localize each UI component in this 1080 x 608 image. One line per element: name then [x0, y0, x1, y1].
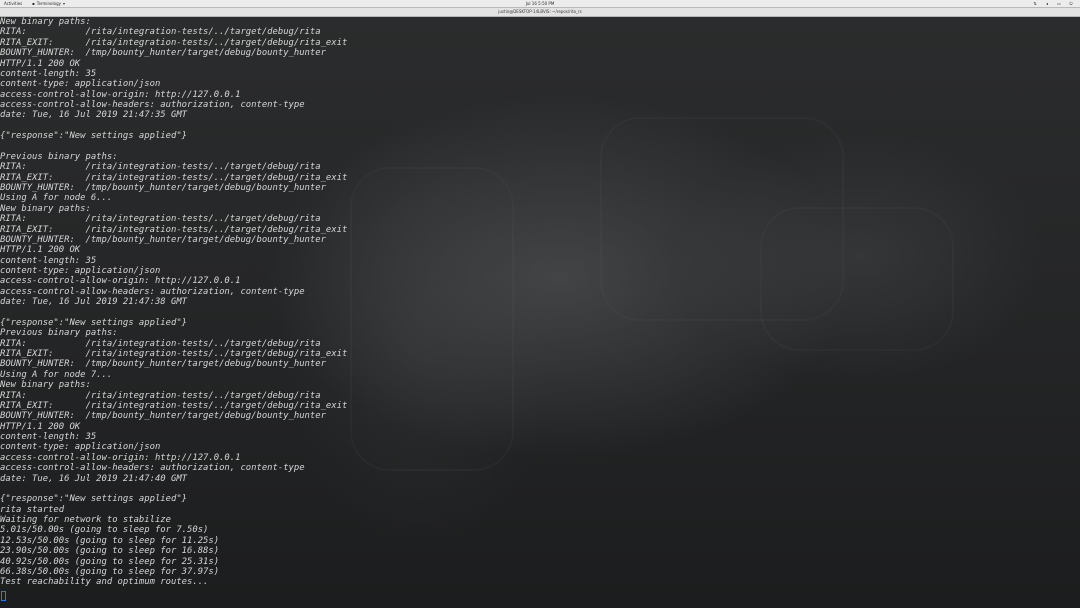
terminal-line: access-control-allow-headers: authorizat… — [0, 286, 305, 297]
terminal-line: BOUNTY_HUNTER: /tmp/bounty_hunter/target… — [0, 411, 326, 422]
activities-button[interactable]: Activities — [4, 0, 22, 7]
terminal-line: access-control-allow-headers: authorizat… — [0, 463, 305, 474]
terminal-line: content-length: 35 — [0, 432, 97, 442]
terminal-line: {"response":"New settings applied"} — [0, 131, 188, 142]
wallpaper-shape — [350, 167, 514, 471]
terminal-line: New binary paths: — [0, 203, 91, 214]
terminal-line: 5.01s/50.00s (going to sleep for 7.50s) — [0, 525, 209, 536]
terminal-line: RITA: /rita/integration-tests/../target/… — [0, 214, 321, 225]
terminal-line: 12.53s/50.00s (going to sleep for 11.25s… — [0, 535, 220, 546]
terminal-line: RITA_EXIT: /rita/integration-tests/../ta… — [0, 224, 348, 235]
terminal-line: RITA: /rita/integration-tests/../target/… — [0, 162, 321, 173]
terminal-cursor — [1, 591, 6, 601]
desktop-screen: Activities ▪ Terminology ▾ Jul 16 5:50 P… — [0, 0, 1080, 608]
terminal-line: 23.90s/50.00s (going to sleep for 16.88s… — [0, 546, 220, 557]
terminal-line: HTTP/1.1 200 OK — [0, 421, 81, 432]
terminal-line: RITA: /rita/integration-tests/../target/… — [0, 390, 321, 401]
terminal-app-icon: ▪ — [32, 1, 35, 6]
terminal-line: HTTP/1.1 200 OK — [0, 245, 81, 256]
terminal-line: Waiting for network to stabilize — [0, 515, 171, 525]
terminal-line: RITA_EXIT: /rita/integration-tests/../ta… — [0, 349, 348, 359]
terminal-line: BOUNTY_HUNTER: /tmp/bounty_hunter/target… — [0, 48, 326, 59]
terminal-line: access-control-allow-origin: http://127.… — [0, 276, 241, 287]
app-menu[interactable]: ▪ Terminology ▾ — [32, 0, 65, 7]
terminal-line: HTTP/1.1 200 OK — [0, 58, 81, 69]
top-panel: Activities ▪ Terminology ▾ Jul 16 5:50 P… — [0, 0, 1080, 8]
terminal-line: content-type: application/json — [0, 442, 161, 453]
terminal-line: RITA_EXIT: /rita/integration-tests/../ta… — [0, 400, 348, 411]
app-menu-label: Terminology — [36, 1, 61, 6]
terminal-line: Previous binary paths: — [0, 151, 118, 162]
chevron-down-icon: ▾ — [62, 1, 65, 6]
clock[interactable]: Jul 16 5:50 PM — [526, 0, 555, 7]
terminal-line: content-type: application/json — [0, 79, 161, 90]
window-titlebar[interactable]: justin@DESKTOP-14LBVIS: ~/repos/rita_rs — [0, 8, 1080, 17]
terminal-line: BOUNTY_HUNTER: /tmp/bounty_hunter/target… — [0, 234, 326, 245]
terminal-line: 40.92s/50.00s (going to sleep for 25.31s… — [0, 556, 220, 567]
battery-icon[interactable]: ▭ — [1056, 0, 1062, 7]
terminal-line: Test reachability and optimum routes... — [0, 577, 209, 588]
terminal-line: access-control-allow-origin: http://127.… — [0, 89, 241, 100]
terminal-line: date: Tue, 16 Jul 2019 21:47:40 GMT — [0, 473, 188, 484]
terminal-line: date: Tue, 16 Jul 2019 21:47:35 GMT — [0, 110, 188, 121]
terminal-line: {"response":"New settings applied"} — [0, 317, 188, 328]
terminal-output[interactable]: New binary paths: RITA: /rita/integration… — [0, 17, 1080, 608]
window-title: justin@DESKTOP-14LBVIS: ~/repos/rita_rs — [498, 9, 582, 14]
terminal-line: Previous binary paths: — [0, 328, 118, 339]
terminal-line: RITA_EXIT: /rita/integration-tests/../ta… — [0, 172, 348, 183]
terminal-line: content-length: 35 — [0, 255, 97, 266]
terminal-line: BOUNTY_HUNTER: /tmp/bounty_hunter/target… — [0, 183, 326, 193]
terminal-line: New binary paths: — [0, 17, 91, 27]
terminal-line: rita started — [0, 504, 65, 515]
terminal-line: RITA: /rita/integration-tests/../target/… — [0, 27, 321, 38]
power-icon[interactable]: ⏻ — [1068, 0, 1074, 7]
wallpaper-shape — [760, 207, 954, 351]
terminal-lines: New binary paths: RITA: /rita/integration… — [0, 17, 347, 588]
terminal-line: RITA_EXIT: /rita/integration-tests/../ta… — [0, 37, 348, 48]
terminal-line: date: Tue, 16 Jul 2019 21:47:38 GMT — [0, 297, 188, 308]
terminal-line: access-control-allow-origin: http://127.… — [0, 452, 241, 463]
system-tray[interactable]: ⇅ ◂ ▭ ⏻ — [1032, 0, 1074, 7]
terminal-line: New binary paths: — [0, 380, 91, 391]
terminal-line: access-control-allow-headers: authorizat… — [0, 100, 305, 110]
terminal-line: {"response":"New settings applied"} — [0, 494, 188, 505]
terminal-line: Using A for node 7... — [0, 369, 113, 380]
network-icon[interactable]: ⇅ — [1032, 0, 1038, 7]
terminal-line: RITA: /rita/integration-tests/../target/… — [0, 338, 321, 349]
terminal-line: content-length: 35 — [0, 68, 97, 79]
terminal-line: 66.38s/50.00s (going to sleep for 37.97s… — [0, 566, 220, 577]
terminal-line: BOUNTY_HUNTER: /tmp/bounty_hunter/target… — [0, 359, 326, 370]
terminal-line: content-type: application/json — [0, 266, 161, 276]
volume-icon[interactable]: ◂ — [1044, 0, 1050, 7]
terminal-line: Using A for node 6... — [0, 193, 113, 204]
